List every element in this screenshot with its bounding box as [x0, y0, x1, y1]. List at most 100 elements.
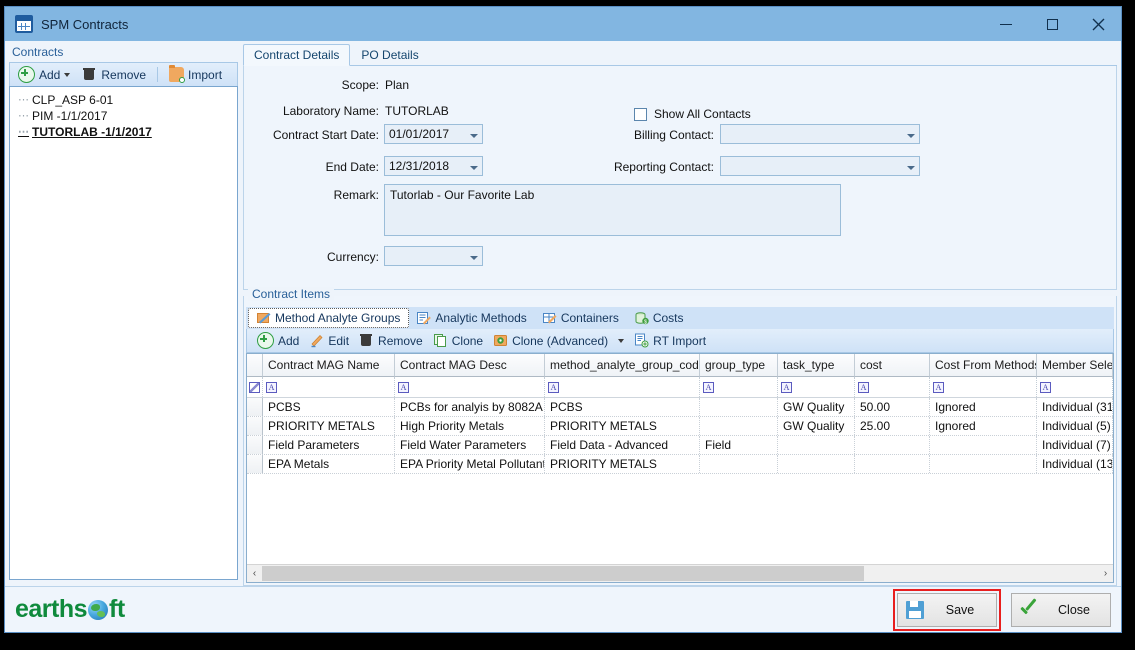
- grid-horizontal-scrollbar[interactable]: ‹ ›: [247, 564, 1113, 582]
- tab-containers[interactable]: Containers: [535, 309, 627, 327]
- cell-cost[interactable]: [855, 436, 930, 454]
- cell-contract-mag-name[interactable]: Field Parameters: [263, 436, 395, 454]
- cell-group-type[interactable]: Field: [700, 436, 778, 454]
- table-row[interactable]: Field Parameters Field Water Parameters …: [247, 436, 1113, 455]
- chevron-down-icon[interactable]: [904, 159, 917, 173]
- filter-cell-contract-mag-desc[interactable]: A: [395, 377, 545, 397]
- close-button[interactable]: [1075, 7, 1121, 41]
- cell-method-analyte-group-code[interactable]: Field Data - Advanced: [545, 436, 700, 454]
- contracts-add-button[interactable]: Add: [14, 65, 74, 84]
- cell-method-analyte-group-code[interactable]: PCBS: [545, 398, 700, 416]
- items-add-button[interactable]: Add: [253, 331, 303, 350]
- cell-cost[interactable]: [855, 455, 930, 473]
- items-edit-button[interactable]: Edit: [305, 332, 353, 349]
- cell-task-type[interactable]: GW Quality: [778, 417, 855, 435]
- tab-po-details[interactable]: PO Details: [350, 44, 429, 65]
- cell-contract-mag-desc[interactable]: Field Water Parameters: [395, 436, 545, 454]
- maximize-button[interactable]: [1029, 7, 1075, 41]
- close-dialog-button[interactable]: Close: [1011, 592, 1111, 627]
- contract-items-grid[interactable]: Contract MAG Name Contract MAG Desc meth…: [246, 353, 1114, 583]
- cell-group-type[interactable]: [700, 398, 778, 416]
- filter-cell-cost[interactable]: A: [855, 377, 930, 397]
- cell-task-type[interactable]: GW Quality: [778, 398, 855, 416]
- cell-cost-from-methods[interactable]: [930, 436, 1037, 454]
- cell-method-analyte-group-code[interactable]: PRIORITY METALS: [545, 455, 700, 473]
- end-date-input[interactable]: 12/31/2018: [384, 156, 483, 176]
- column-header-task-type[interactable]: task_type: [778, 354, 855, 377]
- cell-member-selection[interactable]: Individual (7): [1037, 436, 1113, 454]
- cell-cost-from-methods[interactable]: [930, 455, 1037, 473]
- cell-method-analyte-group-code[interactable]: PRIORITY METALS: [545, 417, 700, 435]
- cell-contract-mag-name[interactable]: PRIORITY METALS: [263, 417, 395, 435]
- cell-contract-mag-desc[interactable]: High Priority Metals: [395, 417, 545, 435]
- items-clone-button[interactable]: Clone: [429, 332, 487, 349]
- filter-cell-contract-mag-name[interactable]: A: [263, 377, 395, 397]
- tab-method-analyte-groups[interactable]: Method Analyte Groups: [248, 308, 410, 328]
- scroll-thumb[interactable]: [262, 566, 864, 581]
- filter-cell-method-analyte-group-code[interactable]: A: [545, 377, 700, 397]
- cell-cost-from-methods[interactable]: Ignored: [930, 417, 1037, 435]
- row-indicator[interactable]: [247, 398, 263, 416]
- cell-contract-mag-name[interactable]: EPA Metals: [263, 455, 395, 473]
- contract-start-date-input[interactable]: 01/01/2017: [384, 124, 483, 144]
- chevron-down-icon[interactable]: [467, 127, 480, 141]
- scroll-left-arrow-icon[interactable]: ‹: [247, 568, 262, 579]
- tab-contract-details[interactable]: Contract Details: [243, 44, 351, 66]
- column-header-group-type[interactable]: group_type: [700, 354, 778, 377]
- items-clone-advanced-button[interactable]: Clone (Advanced): [489, 332, 612, 349]
- column-header-contract-mag-desc[interactable]: Contract MAG Desc: [395, 354, 545, 377]
- show-all-contacts-row[interactable]: Show All Contacts: [634, 107, 751, 121]
- currency-select[interactable]: [384, 246, 483, 266]
- tree-item-clp-asp[interactable]: ⋯ CLP_ASP 6-01: [14, 92, 233, 108]
- cell-member-selection[interactable]: Individual (31): [1037, 398, 1113, 416]
- cell-contract-mag-desc[interactable]: PCBs for analyis by 8082A: [395, 398, 545, 416]
- minimize-button[interactable]: [983, 7, 1029, 41]
- cell-task-type[interactable]: [778, 455, 855, 473]
- filter-builder-cell[interactable]: [247, 377, 263, 397]
- cell-contract-mag-desc[interactable]: EPA Priority Metal Pollutants: [395, 455, 545, 473]
- cell-member-selection[interactable]: Individual (13): [1037, 455, 1113, 473]
- chevron-down-icon[interactable]: [467, 249, 480, 263]
- save-button[interactable]: Save: [897, 592, 997, 627]
- filter-cell-group-type[interactable]: A: [700, 377, 778, 397]
- reporting-contact-select[interactable]: [720, 156, 920, 176]
- cell-cost-from-methods[interactable]: Ignored: [930, 398, 1037, 416]
- cell-group-type[interactable]: [700, 417, 778, 435]
- remark-textarea[interactable]: Tutorlab - Our Favorite Lab: [384, 184, 841, 236]
- cell-group-type[interactable]: [700, 455, 778, 473]
- table-row[interactable]: EPA Metals EPA Priority Metal Pollutants…: [247, 455, 1113, 474]
- items-rt-import-button[interactable]: RT Import: [630, 332, 710, 349]
- contracts-tree[interactable]: ⋯ CLP_ASP 6-01 ⋯ PIM -1/1/2017 ⋯ TUTORLA…: [9, 86, 238, 580]
- cell-member-selection[interactable]: Individual (5): [1037, 417, 1113, 435]
- chevron-down-icon[interactable]: [467, 159, 480, 173]
- table-row[interactable]: PRIORITY METALS High Priority Metals PRI…: [247, 417, 1113, 436]
- tree-item-pim[interactable]: ⋯ PIM -1/1/2017: [14, 108, 233, 124]
- contracts-import-button[interactable]: Import: [165, 65, 226, 83]
- filter-cell-task-type[interactable]: A: [778, 377, 855, 397]
- column-header-member-selection[interactable]: Member Selection: [1037, 354, 1113, 377]
- billing-contact-select[interactable]: [720, 124, 920, 144]
- filter-cell-member-selection[interactable]: A: [1037, 377, 1113, 397]
- chevron-down-icon[interactable]: [904, 127, 917, 141]
- column-header-cost[interactable]: cost: [855, 354, 930, 377]
- chevron-down-icon[interactable]: [64, 72, 71, 77]
- cell-cost[interactable]: 50.00: [855, 398, 930, 416]
- tab-costs[interactable]: $ Costs: [627, 309, 692, 327]
- scroll-track[interactable]: [262, 566, 1098, 581]
- tab-analytic-methods[interactable]: Analytic Methods: [409, 309, 534, 327]
- column-header-cost-from-methods[interactable]: Cost From Methods: [930, 354, 1037, 377]
- scroll-right-arrow-icon[interactable]: ›: [1098, 568, 1113, 579]
- cell-task-type[interactable]: [778, 436, 855, 454]
- tree-item-tutorlab[interactable]: ⋯ TUTORLAB -1/1/2017: [14, 124, 233, 140]
- chevron-down-icon[interactable]: [618, 338, 625, 343]
- column-header-contract-mag-name[interactable]: Contract MAG Name: [263, 354, 395, 377]
- table-row[interactable]: PCBS PCBs for analyis by 8082A PCBS GW Q…: [247, 398, 1113, 417]
- contracts-remove-button[interactable]: Remove: [78, 66, 150, 83]
- show-all-contacts-checkbox[interactable]: [634, 107, 647, 121]
- column-header-method-analyte-group-code[interactable]: method_analyte_group_code: [545, 354, 700, 377]
- cell-cost[interactable]: 25.00: [855, 417, 930, 435]
- cell-contract-mag-name[interactable]: PCBS: [263, 398, 395, 416]
- row-indicator[interactable]: [247, 417, 263, 435]
- filter-cell-cost-from-methods[interactable]: A: [930, 377, 1037, 397]
- row-indicator[interactable]: [247, 455, 263, 473]
